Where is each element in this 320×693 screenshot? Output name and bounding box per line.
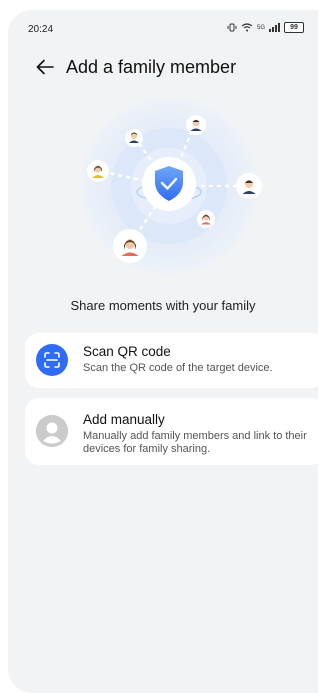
status-icons: 5G 99 xyxy=(227,22,304,33)
status-bar: 20:24 5G 99 xyxy=(8,10,318,50)
scan-option-title: Scan QR code xyxy=(83,344,171,359)
wifi-icon xyxy=(241,23,253,32)
avatar-woman xyxy=(197,210,215,228)
manual-option-title: Add manually xyxy=(83,412,165,427)
avatar-woman xyxy=(113,229,147,263)
app-bar: Add a family member xyxy=(8,52,318,82)
scan-icon xyxy=(44,352,60,368)
network-type: 5G xyxy=(256,24,265,31)
arrow-left-icon xyxy=(36,59,54,75)
tagline: Share moments with your family xyxy=(70,298,256,313)
manual-option-description: Manually add family members and link to … xyxy=(83,430,307,455)
avatar-man xyxy=(186,115,206,135)
status-time: 20:24 xyxy=(28,24,54,35)
signal-icon xyxy=(269,23,280,32)
scan-qr-code-option[interactable]: Scan QR code Scan the QR code of the tar… xyxy=(25,333,318,388)
screen: 20:24 5G 99 Add a family member Share mo… xyxy=(8,10,318,693)
scan-icon-badge xyxy=(36,344,68,376)
scan-option-description: Scan the QR code of the target device. xyxy=(83,362,273,374)
person-icon-badge xyxy=(36,415,68,447)
family-illustration xyxy=(81,98,262,274)
avatar-man xyxy=(125,129,143,147)
battery-icon: 99 xyxy=(284,22,304,33)
avatar-man xyxy=(236,173,262,199)
manual-option-text: Add manually Manually add family members… xyxy=(83,411,317,456)
back-button[interactable] xyxy=(30,52,60,82)
person-icon xyxy=(36,415,68,447)
avatar-woman xyxy=(87,160,109,182)
add-manually-option[interactable]: Add manually Manually add family members… xyxy=(25,398,318,465)
page-title: Add a family member xyxy=(66,56,237,77)
vibrate-icon xyxy=(227,23,237,32)
scan-option-text: Scan QR code Scan the QR code of the tar… xyxy=(83,343,317,375)
